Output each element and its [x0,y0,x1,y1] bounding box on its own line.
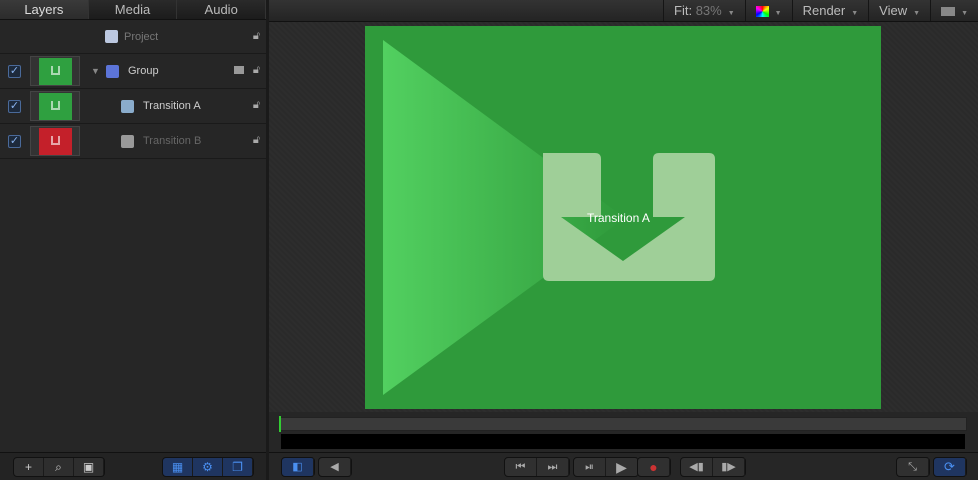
loop-icon[interactable]: ⟳ [934,458,966,476]
layer-label: Transition B [143,135,202,147]
window-layout-icon [941,7,956,17]
layer-row-group[interactable]: ✓ ▼ Group 🔓︎ [0,54,266,89]
gear-icon[interactable]: ⚙ [193,458,223,476]
transport-bar: ◧ ◀ ⏮ ⏭ ⏯ ▶ ● ◀▮ ▮▶ ⤡ ⟳ [269,452,978,480]
layer-thumbnail [30,91,80,121]
layer-checkbox[interactable]: ✓ [8,135,21,148]
timeline-track[interactable] [281,434,965,449]
canvas-label: Transition A [587,211,650,225]
layer-label: Group [128,65,159,77]
layer-checkbox[interactable]: ✓ [8,65,21,78]
tab-audio[interactable]: Audio [177,0,267,19]
group-icon [106,65,119,78]
search-icon[interactable]: ⌕ [44,458,74,476]
color-channels-icon [755,6,769,18]
fit-value: 83% [695,3,722,18]
audio-icon[interactable]: ◀ [319,458,351,476]
layers-panel: Layers Media Audio Project 🔓︎ ✓ ▼ Group … [0,0,267,480]
layer-label: Transition A [143,100,201,112]
go-to-start-icon[interactable]: ⏮ [505,458,537,476]
fullscreen-icon[interactable]: ⤡ [897,458,929,476]
timeline-ruler[interactable] [279,417,967,431]
layer-checkbox[interactable]: ✓ [8,100,21,113]
project-icon [105,30,118,43]
color-menu[interactable]: ▼ [744,0,792,21]
next-frame-icon[interactable]: ▮▶ [713,458,745,476]
blend-icon[interactable] [234,66,244,74]
layers-bottom-bar: + ⌕ ▣ ▦ ⚙ ❐ [0,452,266,480]
render-label: Render [802,3,846,18]
tab-layers[interactable]: Layers [0,0,89,19]
tab-media[interactable]: Media [88,0,178,19]
lock-icon[interactable]: 🔓︎ [253,99,260,112]
play-from-start-icon[interactable]: ⏯ [574,458,606,476]
lock-icon[interactable]: 🔓︎ [253,30,260,43]
canvas[interactable]: Transition A [365,26,881,409]
play-icon[interactable]: ▶ [606,458,638,476]
project-label: Project [124,31,159,43]
fit-menu[interactable]: Fit: 83% ▼ [663,0,745,21]
record-icon[interactable]: ● [638,458,670,476]
layer-thumbnail [30,126,80,156]
disclosure-triangle-icon[interactable]: ▼ [91,66,100,76]
add-icon[interactable]: + [14,458,44,476]
layer-row-transition-a[interactable]: ✓ Transition A 🔓︎ [0,89,266,124]
lock-icon[interactable]: 🔓︎ [253,64,260,77]
canvas-viewer: Transition A [269,22,978,412]
layout-icon[interactable]: ▣ [74,458,104,476]
lock-icon[interactable]: 🔓︎ [253,134,260,147]
previous-frame-icon[interactable]: ◀▮ [681,458,713,476]
view-menu[interactable]: View ▼ [868,0,930,21]
layers-icon[interactable]: ❐ [223,458,253,476]
viewer-toolbar: Fit: 83% ▼ ▼ Render ▼ View ▼ ▼ [269,0,978,22]
image-layer-icon [121,100,134,113]
panel-tabs: Layers Media Audio [0,0,267,20]
grid-icon[interactable]: ▦ [163,458,193,476]
mini-timeline [269,412,978,452]
layer-row-transition-b[interactable]: ✓ Transition B 🔓︎ [0,124,266,159]
playhead[interactable] [279,416,281,432]
show-timeline-icon[interactable]: ◧ [282,458,314,476]
viewer-panel: Fit: 83% ▼ ▼ Render ▼ View ▼ ▼ Transition A… [269,0,978,480]
go-to-end-icon[interactable]: ⏭ [537,458,569,476]
project-row[interactable]: Project 🔓︎ [0,20,266,54]
layout-menu[interactable]: ▼ [930,0,978,21]
render-menu[interactable]: Render ▼ [791,0,869,21]
view-label: View [879,3,908,18]
fit-label: Fit: [674,3,693,18]
image-layer-icon [121,135,134,148]
layer-thumbnail [30,56,80,86]
